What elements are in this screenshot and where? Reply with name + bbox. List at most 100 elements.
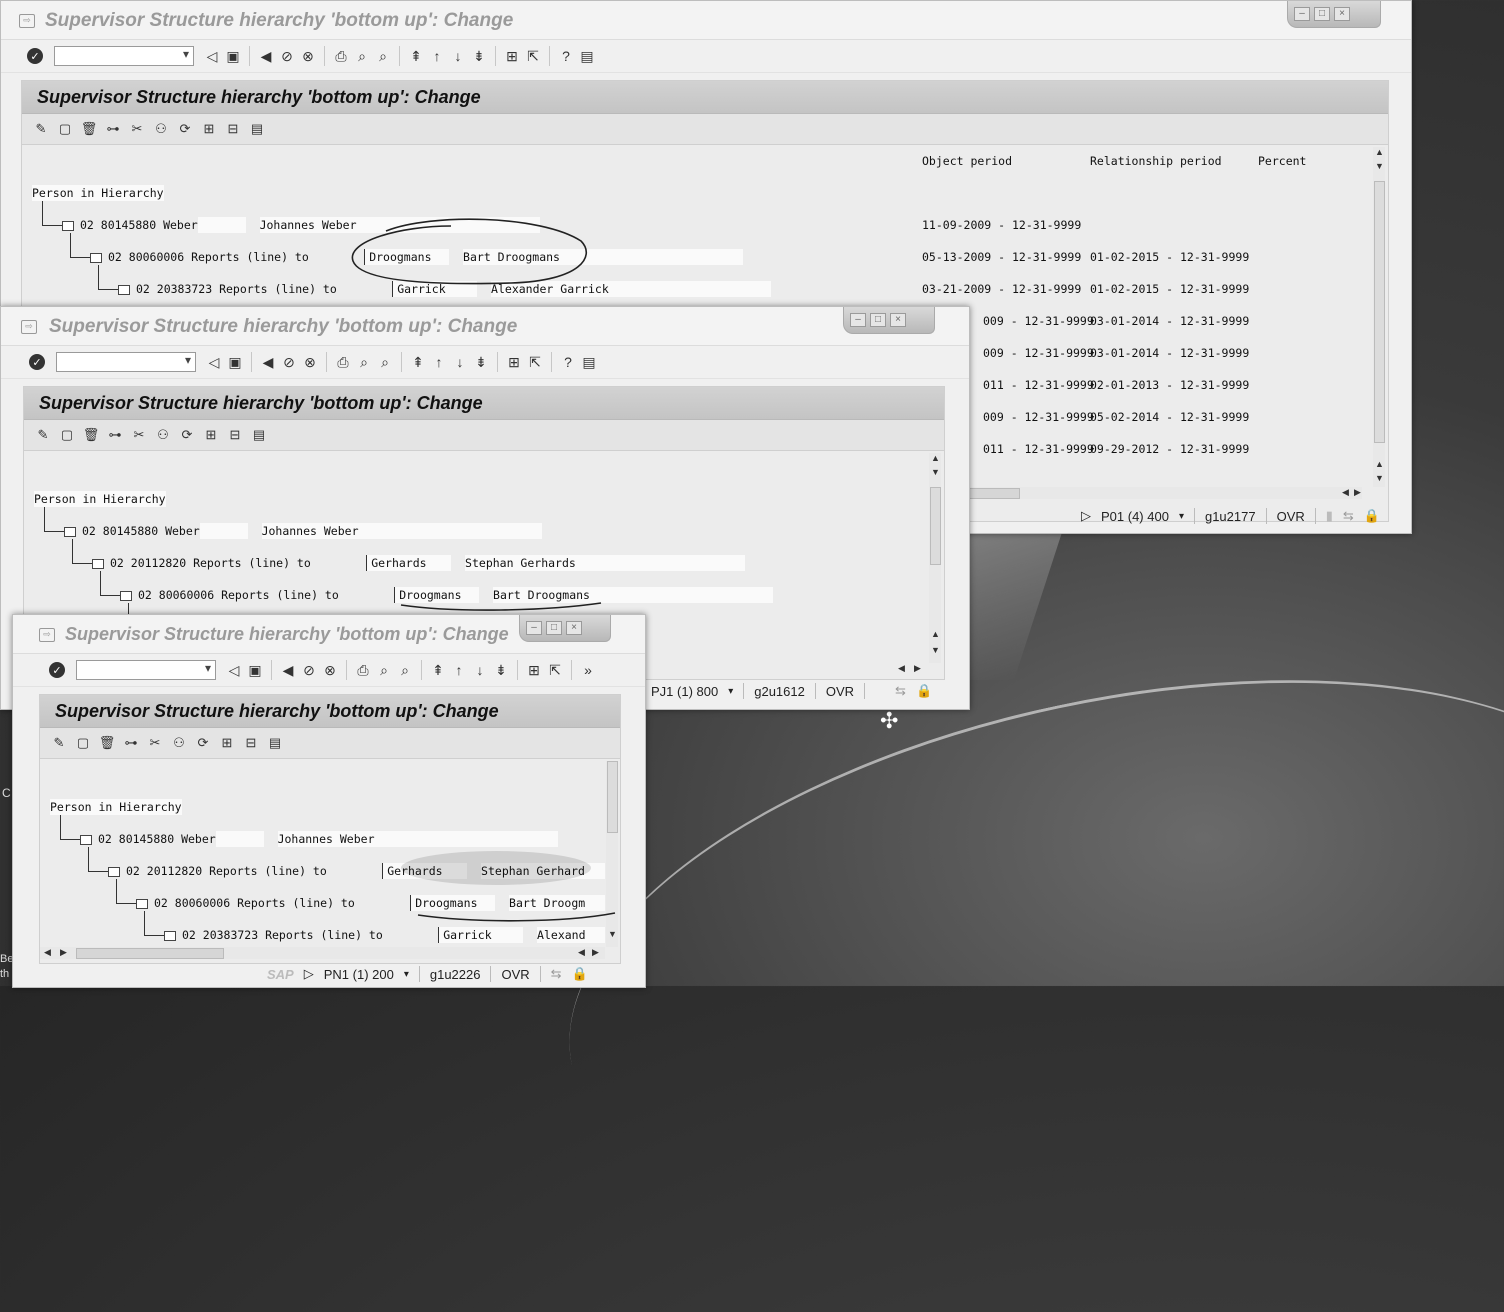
window-menu-icon[interactable]: ⇨ xyxy=(21,320,37,334)
status-expand-icon[interactable]: ▷ xyxy=(1081,508,1091,524)
back-icon[interactable]: ◀ xyxy=(257,47,275,65)
system-info[interactable]: PN1 (1) 200 xyxy=(324,967,394,982)
delete-icon[interactable]: 🗑 xyxy=(98,734,116,752)
tree-row[interactable]: 02 20112820 Reports (line) to Gerhards S… xyxy=(108,863,605,879)
shortcut-icon[interactable]: ⇱ xyxy=(524,47,542,65)
new-session-icon[interactable]: ⊞ xyxy=(505,353,523,371)
vertical-scrollbar[interactable]: ▼ xyxy=(606,761,618,947)
horizontal-scrollbar[interactable]: ◀ ▶ xyxy=(962,487,1362,499)
short-name-field[interactable]: Droogmans xyxy=(410,895,496,911)
previous-page-icon[interactable]: ↑ xyxy=(428,47,446,65)
minimize-icon[interactable]: – xyxy=(526,621,542,635)
find-icon[interactable]: ⌕ xyxy=(355,353,373,371)
list-icon[interactable]: ▤ xyxy=(266,734,284,752)
minimize-icon[interactable]: – xyxy=(850,313,866,327)
last-page-icon[interactable]: ⇟ xyxy=(492,661,510,679)
short-name-field[interactable]: Droogmans xyxy=(364,249,450,265)
maximize-icon[interactable]: □ xyxy=(1314,7,1330,21)
tree-root[interactable]: Person in Hierarchy xyxy=(34,491,166,507)
org-icon[interactable]: ⚇ xyxy=(152,120,170,138)
save-icon[interactable]: ▣ xyxy=(224,47,242,65)
tree-row[interactable]: 02 80145880 Weber Johannes Weber xyxy=(62,217,540,233)
short-name-field[interactable]: Garrick xyxy=(392,281,478,297)
command-field[interactable] xyxy=(76,660,216,680)
input-mode[interactable]: OVR xyxy=(501,967,529,982)
vertical-scrollbar[interactable]: ▲ ▼ ▲ ▼ xyxy=(1373,147,1385,487)
find-icon[interactable]: ⌕ xyxy=(353,47,371,65)
tree-row[interactable]: 02 80060006 Reports (line) to Droogmans … xyxy=(136,895,605,911)
title-bar[interactable]: ⇨ Supervisor Structure hierarchy 'bottom… xyxy=(1,307,969,346)
system-info[interactable]: P01 (4) 400 xyxy=(1101,509,1169,524)
print-icon[interactable]: ⎙ xyxy=(354,661,372,679)
short-name-field[interactable]: Gerhards xyxy=(382,863,468,879)
find-next-icon[interactable]: ⌕ xyxy=(396,661,414,679)
tree-row[interactable]: 02 80145880 Weber Johannes Weber xyxy=(64,523,542,539)
list-icon[interactable]: ▤ xyxy=(250,426,268,444)
exit-icon[interactable]: ⊘ xyxy=(278,47,296,65)
back-icon[interactable]: ◀ xyxy=(279,661,297,679)
collapse-icon[interactable]: ⊟ xyxy=(226,426,244,444)
expand-icon[interactable]: ⊞ xyxy=(218,734,236,752)
find-icon[interactable]: ⌕ xyxy=(375,661,393,679)
short-name-field[interactable]: Garrick xyxy=(438,927,524,943)
lock-icon[interactable]: 🔒 xyxy=(1364,508,1380,524)
structure-icon[interactable]: ⊶ xyxy=(106,426,124,444)
back-arrow-icon[interactable]: ◁ xyxy=(203,47,221,65)
expand-icon[interactable]: ⊞ xyxy=(200,120,218,138)
close-icon[interactable]: × xyxy=(566,621,582,635)
refresh-icon[interactable]: ⟳ xyxy=(178,426,196,444)
enter-icon[interactable]: ✓ xyxy=(49,662,65,678)
tree-root[interactable]: Person in Hierarchy xyxy=(50,799,182,815)
cut-icon[interactable]: ✂ xyxy=(130,426,148,444)
layout-menu-icon[interactable]: ▤ xyxy=(578,47,596,65)
new-session-icon[interactable]: ⊞ xyxy=(503,47,521,65)
folder-icon[interactable] xyxy=(92,558,104,569)
folder-icon[interactable] xyxy=(136,898,148,909)
first-page-icon[interactable]: ⇞ xyxy=(407,47,425,65)
previous-page-icon[interactable]: ↑ xyxy=(450,661,468,679)
system-info[interactable]: PJ1 (1) 800 xyxy=(651,684,718,699)
command-field[interactable] xyxy=(56,352,196,372)
folder-icon[interactable] xyxy=(120,590,132,601)
tree-row[interactable]: 02 80145880 Weber Johannes Weber xyxy=(80,831,558,847)
command-field[interactable] xyxy=(54,46,194,66)
structure-icon[interactable]: ⊶ xyxy=(122,734,140,752)
maximize-icon[interactable]: □ xyxy=(870,313,886,327)
list-icon[interactable]: ▤ xyxy=(248,120,266,138)
next-page-icon[interactable]: ↓ xyxy=(451,353,469,371)
cancel-icon[interactable]: ⊗ xyxy=(301,353,319,371)
next-page-icon[interactable]: ↓ xyxy=(471,661,489,679)
exit-icon[interactable]: ⊘ xyxy=(300,661,318,679)
folder-icon[interactable] xyxy=(80,834,92,845)
save-icon[interactable]: ▣ xyxy=(226,353,244,371)
org-icon[interactable]: ⚇ xyxy=(154,426,172,444)
collapse-icon[interactable]: ⊟ xyxy=(224,120,242,138)
cancel-icon[interactable]: ⊗ xyxy=(299,47,317,65)
create-icon[interactable]: ▢ xyxy=(74,734,92,752)
exit-icon[interactable]: ⊘ xyxy=(280,353,298,371)
short-name-field[interactable]: Droogmans xyxy=(394,587,480,603)
help-icon[interactable]: ? xyxy=(557,47,575,65)
lock-icon[interactable]: 🔒 xyxy=(916,683,932,699)
folder-icon[interactable] xyxy=(62,220,74,231)
delete-icon[interactable]: 🗑 xyxy=(82,426,100,444)
create-icon[interactable]: ▢ xyxy=(56,120,74,138)
short-name-field[interactable]: Gerhards xyxy=(366,555,452,571)
tree-row[interactable]: 02 20112820 Reports (line) to Gerhards S… xyxy=(92,555,746,571)
title-bar[interactable]: ⇨ Supervisor Structure hierarchy 'bottom… xyxy=(1,1,1411,40)
help-icon[interactable]: ? xyxy=(559,353,577,371)
tree-root[interactable]: Person in Hierarchy xyxy=(32,185,164,201)
back-icon[interactable]: ◀ xyxy=(259,353,277,371)
expand-icon[interactable]: ⊞ xyxy=(202,426,220,444)
close-icon[interactable]: × xyxy=(1334,7,1350,21)
edit-icon[interactable]: ✎ xyxy=(34,426,52,444)
horizontal-scrollbar[interactable]: ◀ ▶ ◀ ▶ xyxy=(40,947,605,959)
tree-row[interactable]: 02 80060006 Reports (line) to Droogmans … xyxy=(120,587,774,603)
structure-icon[interactable]: ⊶ xyxy=(104,120,122,138)
refresh-icon[interactable]: ⟳ xyxy=(176,120,194,138)
more-icon[interactable]: » xyxy=(579,661,597,679)
back-arrow-icon[interactable]: ◁ xyxy=(205,353,223,371)
save-icon[interactable]: ▣ xyxy=(246,661,264,679)
next-page-icon[interactable]: ↓ xyxy=(449,47,467,65)
close-icon[interactable]: × xyxy=(890,313,906,327)
